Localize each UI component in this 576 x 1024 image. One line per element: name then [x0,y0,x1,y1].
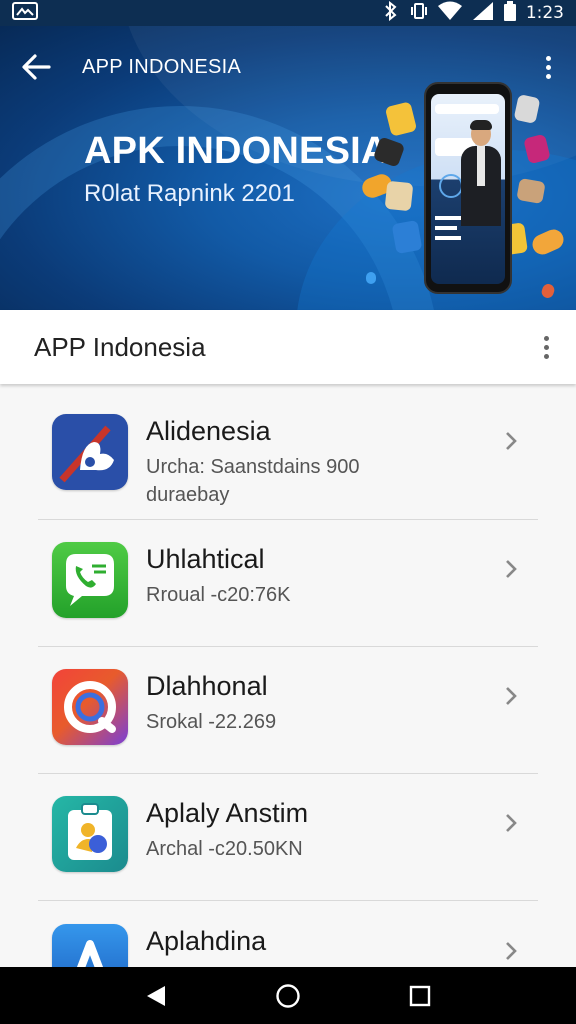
vibrate-icon [410,1,428,26]
list-item[interactable]: Aplaly Anstim Archal -c20.50KN [0,766,576,892]
nav-back-icon [147,985,165,1006]
hero-subtitle: R0lat Rapnink 2201 [84,180,295,207]
floating-app-tile [366,272,376,284]
app-name: Uhlahtical [146,544,265,574]
floating-app-tile [391,219,423,255]
app-detail: Rroual -c20:76K [146,584,291,606]
floating-app-tile [516,177,546,205]
wifi-icon [437,1,462,26]
nav-home-button[interactable] [268,976,308,1016]
chevron-right-icon [500,554,522,584]
app-name: Alidenesia [146,416,271,446]
hero-banner: APP INDONESIA APK INDONESIA R0lat Rapnin… [0,26,576,310]
list-item[interactable]: Aplahdina [0,894,576,967]
clipboard-person-icon [52,796,128,872]
list-item[interactable]: Dlahhonal Srokal -22.269 [0,639,576,765]
phone-illustration [424,82,512,294]
hero-title: APK INDONESIA [84,130,389,172]
list-item[interactable]: Uhlahtical Rroual -c20:76K [0,512,576,638]
phone-chat-icon [52,542,128,618]
battery-icon [503,0,516,26]
app-list: Alidenesia Urcha: Saanstdains 900 duraeb… [0,384,576,967]
more-vert-icon [545,55,551,79]
person-illustration [461,120,501,232]
letter-a-icon [52,924,128,967]
navigation-bar [0,967,576,1024]
arrow-back-icon [22,54,51,80]
chevron-right-icon [500,808,522,838]
image-notification-icon [12,1,38,25]
screen: 1:23 APP INDONESIA APK INDONESIA R0lat R… [0,0,576,1024]
nav-recents-icon [409,985,431,1006]
bluetooth-icon [382,0,400,26]
floating-app-tile [384,180,414,212]
nav-home-icon [276,983,300,1008]
signal-icon [472,1,494,26]
delivery-icon [52,414,128,490]
app-detail-secondary: duraebay [146,484,230,506]
app-name: Aplaly Anstim [146,798,309,828]
chevron-right-icon [500,936,522,966]
section-title: APP Indonesia [34,331,206,362]
back-button[interactable] [0,26,72,108]
list-item[interactable]: Alidenesia Urcha: Saanstdains 900 duraeb… [0,384,576,510]
chevron-right-icon [500,681,522,711]
chevron-right-icon [500,426,522,456]
app-name: Dlahhonal [146,671,268,701]
app-detail: Urcha: Saanstdains 900 [146,456,360,478]
app-detail: Archal -c20.50KN [146,838,303,860]
nav-back-button[interactable] [136,976,176,1016]
status-time: 1:23 [525,3,564,23]
status-bar: 1:23 [0,0,576,26]
section-header: APP Indonesia [0,310,576,384]
app-name: Aplahdina [146,926,267,956]
section-more-button[interactable] [516,310,576,384]
app-detail: Srokal -22.269 [146,711,277,733]
ring-icon [52,669,128,745]
nav-recents-button[interactable] [400,976,440,1016]
more-vert-icon [543,335,549,359]
appbar-title: APP INDONESIA [82,55,242,78]
